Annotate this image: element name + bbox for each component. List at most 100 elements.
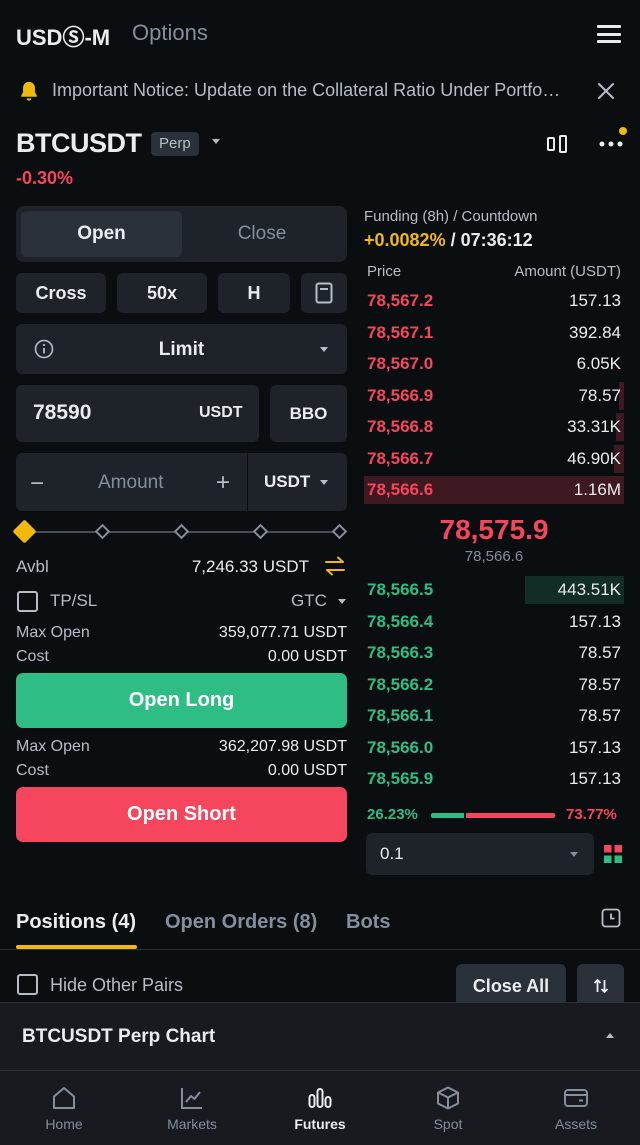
- ask-row[interactable]: 78,566.8 33.31K: [364, 413, 624, 441]
- amount-unit-select[interactable]: USDT: [264, 472, 310, 492]
- slider-node-75[interactable]: [252, 523, 269, 540]
- position-mode-button[interactable]: H: [218, 273, 290, 313]
- notice-text[interactable]: Important Notice: Update on the Collater…: [52, 80, 562, 101]
- last-price[interactable]: 78,575.9: [364, 514, 624, 546]
- tab-positions[interactable]: Positions (4): [16, 911, 136, 934]
- amount-placeholder[interactable]: Amount: [98, 472, 163, 494]
- ask-amount: 33.31K: [567, 417, 621, 436]
- time-in-force-select[interactable]: GTC: [291, 591, 327, 611]
- slider-node-50[interactable]: [173, 523, 190, 540]
- tab-open-orders[interactable]: Open Orders (8): [165, 911, 317, 934]
- ask-row[interactable]: 78,567.0 6.05K: [364, 350, 624, 378]
- bid-row[interactable]: 78,566.5 443.51K: [364, 576, 624, 604]
- funding-separator: /: [445, 230, 461, 250]
- chevron-up-icon[interactable]: [606, 1033, 614, 1038]
- bid-price[interactable]: 78,566.1: [367, 706, 433, 726]
- markets-icon: [181, 1088, 202, 1109]
- bid-row[interactable]: 78,566.0 157.13: [364, 734, 624, 762]
- ask-price[interactable]: 78,567.0: [367, 354, 433, 374]
- close-icon[interactable]: [596, 81, 616, 101]
- chart-toggle-icon[interactable]: [546, 135, 570, 153]
- order-type-value[interactable]: Limit: [16, 339, 347, 361]
- bid-row[interactable]: 78,566.4 157.13: [364, 608, 624, 636]
- bid-row[interactable]: 78,565.9 157.13: [364, 765, 624, 793]
- slider-node-25[interactable]: [94, 523, 111, 540]
- bid-row[interactable]: 78,566.1 78.57: [364, 702, 624, 730]
- buy-ratio-bar: [431, 813, 464, 818]
- funding-values[interactable]: +0.0082% / 07:36:12: [364, 230, 533, 251]
- margin-mode-button[interactable]: Cross: [16, 273, 106, 313]
- bid-price[interactable]: 78,566.2: [367, 675, 433, 695]
- bid-row[interactable]: 78,566.2 78.57: [364, 671, 624, 699]
- slider-thumb[interactable]: [12, 519, 37, 544]
- ask-price[interactable]: 78,566.8: [367, 417, 433, 437]
- chevron-down-icon: [320, 480, 328, 485]
- tab-bots[interactable]: Bots: [346, 911, 390, 934]
- open-long-button[interactable]: Open Long: [16, 673, 347, 728]
- open-short-button[interactable]: Open Short: [16, 787, 347, 842]
- sort-icon: [593, 978, 608, 994]
- max-open-long-value: 359,077.71 USDT: [218, 624, 347, 641]
- ask-row[interactable]: 78,567.1 392.84: [364, 319, 624, 347]
- bid-price[interactable]: 78,566.3: [367, 643, 433, 663]
- transfer-icon[interactable]: [324, 556, 346, 576]
- calculator-button[interactable]: [301, 273, 347, 313]
- chart-drawer-title[interactable]: BTCUSDT Perp Chart: [22, 1026, 215, 1048]
- slider-node-100[interactable]: [331, 523, 348, 540]
- bid-price[interactable]: 78,566.4: [367, 612, 433, 632]
- bid-row[interactable]: 78,566.3 78.57: [364, 639, 624, 667]
- tab-open[interactable]: Open: [21, 211, 182, 257]
- contract-type-badge: Perp: [151, 132, 199, 156]
- bid-price[interactable]: 78,565.9: [367, 769, 433, 789]
- depth-step-value[interactable]: 0.1: [380, 844, 404, 864]
- bid-amount: 443.51K: [557, 580, 621, 599]
- ask-row[interactable]: 78,566.7 46.90K: [364, 444, 624, 473]
- home-icon: [53, 1087, 75, 1109]
- cost-short-value: 0.00 USDT: [267, 762, 347, 779]
- bid-price[interactable]: 78,566.5: [367, 580, 433, 600]
- bid-amount: 157.13: [569, 611, 621, 631]
- tpsl-label[interactable]: TP/SL: [50, 591, 97, 611]
- nav-markets[interactable]: Markets: [128, 1070, 256, 1145]
- chevron-down-icon[interactable]: [212, 139, 220, 144]
- ask-price[interactable]: 78,566.9: [367, 386, 433, 406]
- leverage-button[interactable]: 50x: [117, 273, 207, 313]
- tab-usds-m[interactable]: USDⓈ-M: [16, 20, 110, 52]
- orderbook-layout-icon[interactable]: [604, 845, 622, 863]
- ask-price[interactable]: 78,566.7: [367, 449, 433, 469]
- nav-spot[interactable]: Spot: [384, 1070, 512, 1145]
- sell-ratio: 73.77%: [566, 806, 617, 823]
- symbol-name[interactable]: BTCUSDT: [16, 128, 142, 159]
- bbo-button[interactable]: BBO: [270, 385, 347, 442]
- order-history-icon[interactable]: [601, 908, 621, 928]
- ask-row[interactable]: 78,566.6 1.16M: [364, 476, 624, 504]
- ask-row[interactable]: 78,566.9 78.57: [364, 381, 624, 410]
- nav-futures[interactable]: Futures: [256, 1070, 384, 1145]
- amount-decrement-button[interactable]: −: [30, 470, 44, 498]
- ask-price[interactable]: 78,566.6: [367, 480, 433, 500]
- ask-amount: 1.16M: [573, 480, 621, 499]
- bid-price[interactable]: 78,566.0: [367, 738, 433, 758]
- ask-price[interactable]: 78,567.1: [367, 323, 433, 343]
- tab-close[interactable]: Close: [182, 211, 342, 257]
- tpsl-checkbox[interactable]: [17, 591, 38, 612]
- ask-row[interactable]: 78,567.2 157.13: [364, 287, 624, 315]
- orderbook-amount-header[interactable]: Amount (USDT): [480, 263, 621, 280]
- hide-other-pairs-label[interactable]: Hide Other Pairs: [50, 975, 183, 996]
- tab-options[interactable]: Options: [132, 20, 208, 46]
- more-options-icon[interactable]: [598, 140, 624, 148]
- nav-label: Home: [45, 1116, 83, 1132]
- nav-home[interactable]: Home: [0, 1070, 128, 1145]
- cost-short-label: Cost: [16, 762, 49, 779]
- hide-other-pairs-checkbox[interactable]: [17, 974, 38, 995]
- ask-price[interactable]: 78,567.2: [367, 291, 433, 311]
- funding-label[interactable]: Funding (8h) / Countdown: [364, 208, 537, 225]
- ask-amount: 392.84: [569, 322, 621, 342]
- available-value: 7,246.33 USDT: [191, 557, 309, 576]
- price-input-value[interactable]: 78590: [33, 401, 91, 425]
- hamburger-menu-icon[interactable]: [597, 25, 621, 43]
- nav-assets[interactable]: Assets: [512, 1070, 640, 1145]
- calculator-icon: [315, 282, 333, 304]
- amount-increment-button[interactable]: +: [216, 469, 230, 497]
- sell-ratio-bar: [466, 813, 555, 818]
